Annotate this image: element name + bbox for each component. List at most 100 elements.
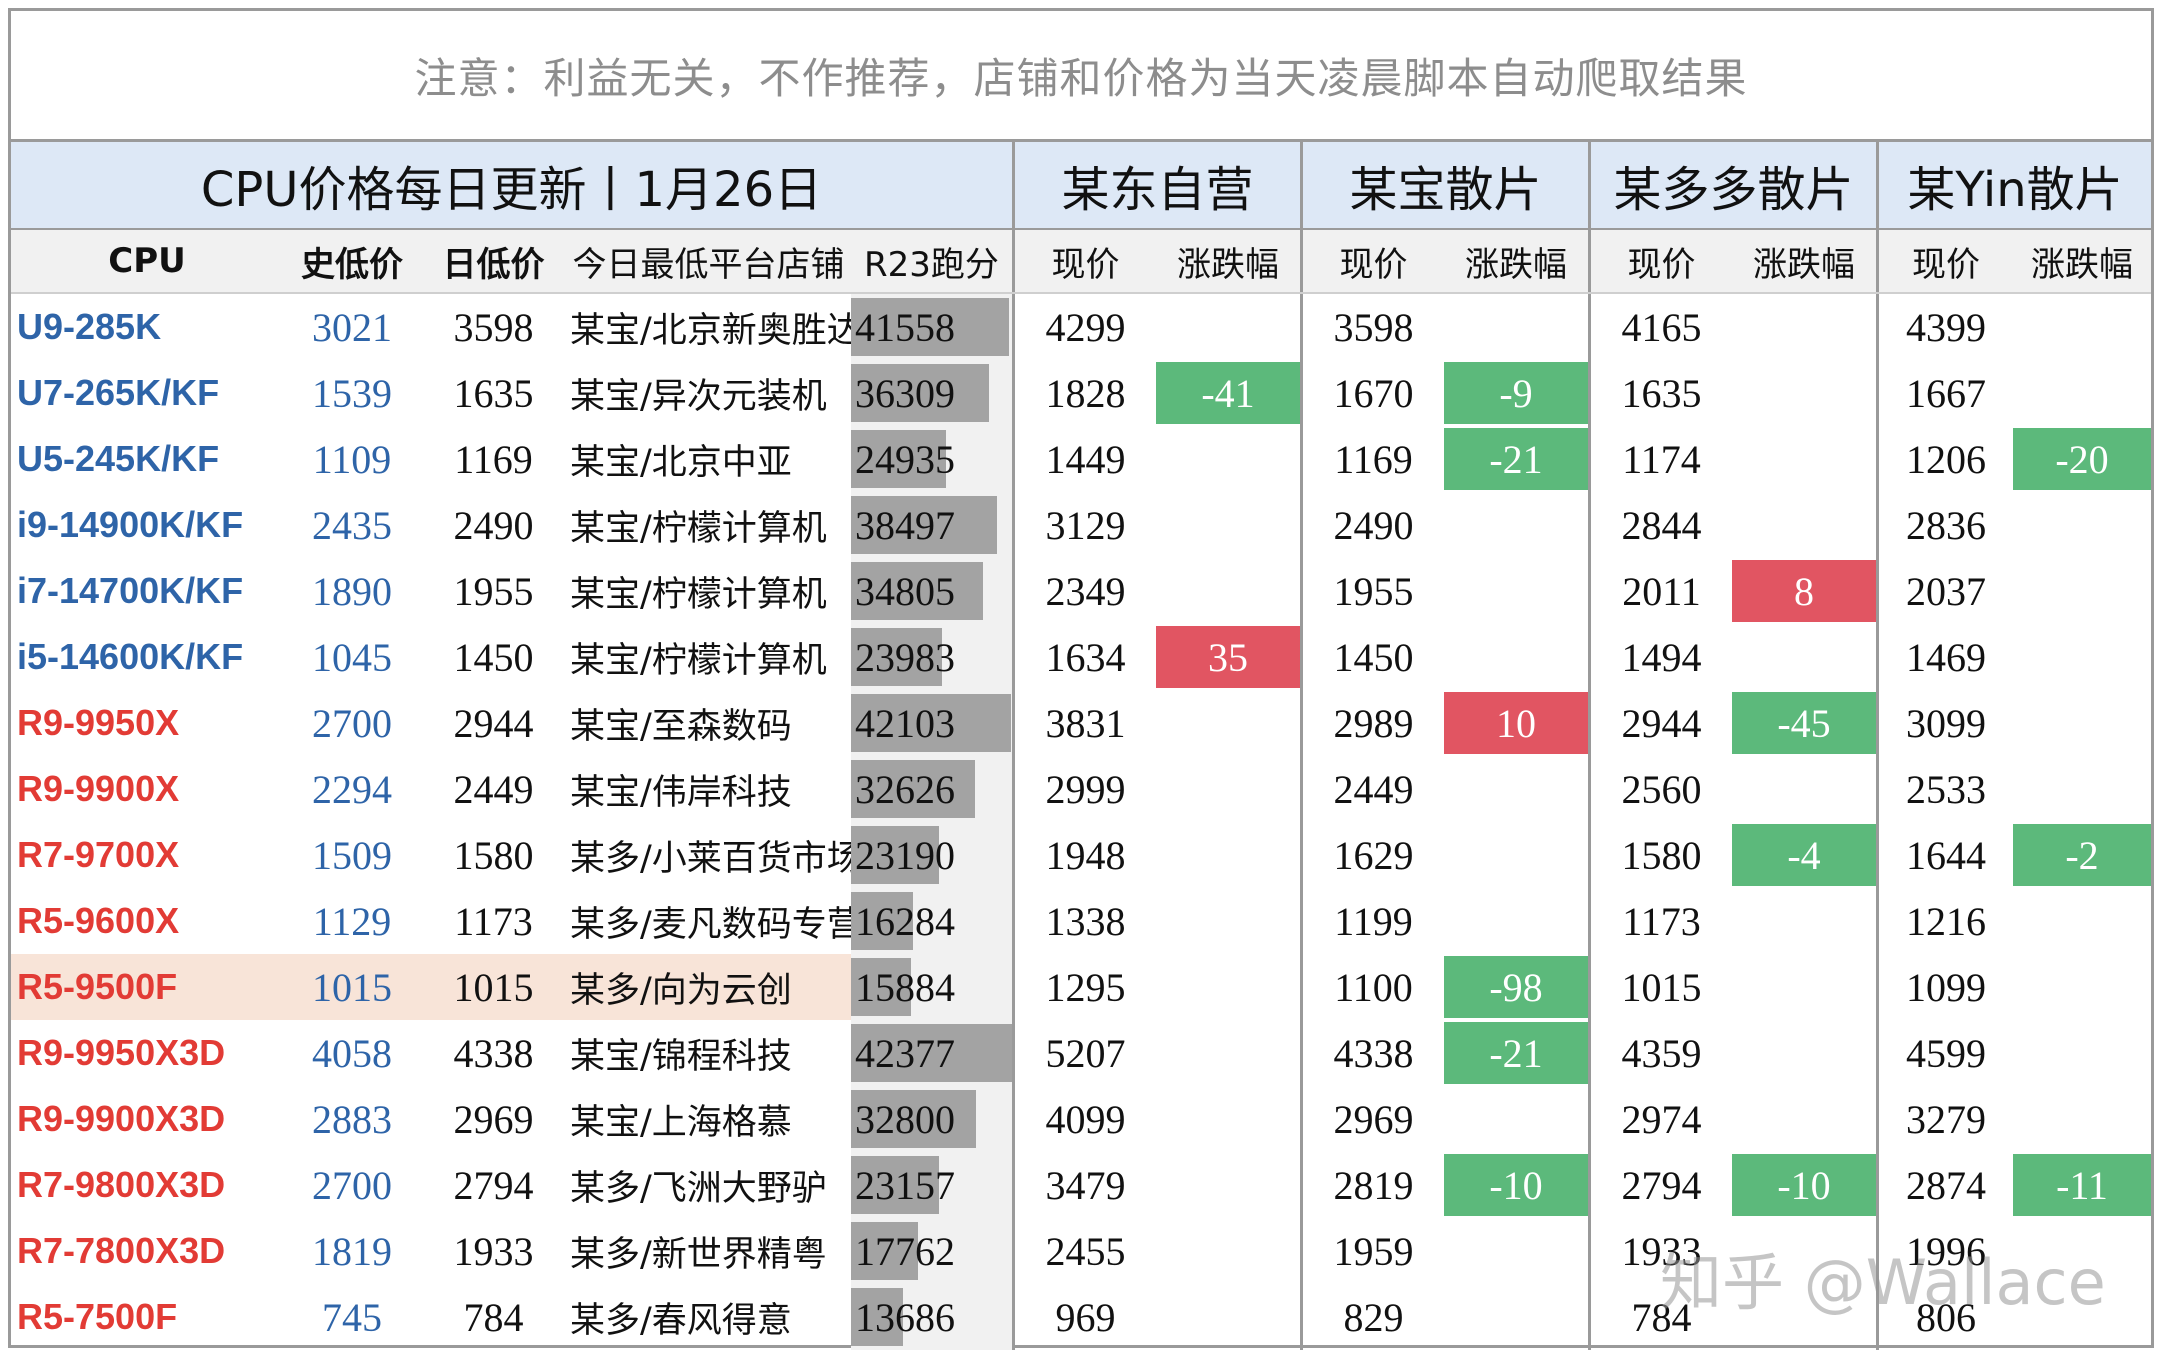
price-change: [1156, 1154, 1300, 1216]
current-price: 2533: [1876, 756, 2013, 822]
current-price: 2944: [1588, 690, 1732, 756]
cpu-model: R9-9900X3D: [17, 1098, 226, 1139]
current-price: 1959: [1300, 1218, 1444, 1284]
current-price: 1449: [1012, 426, 1156, 492]
price-change: [1732, 428, 1876, 490]
price-change: [1156, 1088, 1300, 1150]
platform-header-tb: 某宝散片: [1300, 142, 1588, 228]
lowest-shop: 某宝/柠檬计算机: [570, 508, 827, 549]
day-low-price: 2969: [453, 1096, 534, 1142]
r23-score-cell: 36309: [851, 360, 1012, 426]
hist-low-price: 2883: [312, 1096, 392, 1142]
price-change: [1732, 296, 1876, 358]
current-price: 1469: [1876, 624, 2013, 690]
price-change: [1732, 758, 1876, 820]
r23-score-cell: 24935: [851, 426, 1012, 492]
table-body: U9-285K 3021 3598 某宝/北京新奥胜达 41558 4299 3598 416…: [11, 294, 2151, 1350]
current-price: 1295: [1012, 954, 1156, 1020]
col-header-now: 现价: [1012, 230, 1156, 292]
current-price: 2037: [1876, 558, 2013, 624]
lowest-shop: 某多/春风得意: [570, 1300, 792, 1341]
current-price: 1199: [1300, 888, 1444, 954]
current-price: 1644: [1876, 822, 2013, 888]
current-price: 4399: [1876, 294, 2013, 360]
lowest-shop: 某宝/至森数码: [570, 706, 792, 747]
table-row: R5-9600X 1129 1173 某多/麦凡数码专营 16284 1338 1199 11…: [11, 888, 2151, 954]
price-change: [1156, 956, 1300, 1018]
current-price: 1933: [1588, 1218, 1732, 1284]
current-price: 3129: [1012, 492, 1156, 558]
price-change: [1732, 626, 1876, 688]
current-price: 3831: [1012, 690, 1156, 756]
r23-score: 42377: [855, 1030, 955, 1076]
hist-low-price: 1819: [312, 1228, 392, 1274]
day-low-price: 2794: [453, 1162, 534, 1208]
price-change: [1156, 428, 1300, 490]
lowest-shop: 某多/麦凡数码专营: [570, 904, 851, 945]
price-change: [1156, 296, 1300, 358]
price-change: [1444, 1220, 1588, 1282]
price-change: [1732, 1220, 1876, 1282]
current-price: 4165: [1588, 294, 1732, 360]
current-price: 1948: [1012, 822, 1156, 888]
price-change: [1444, 824, 1588, 886]
price-change: -20: [2013, 428, 2151, 490]
price-change: [1732, 1022, 1876, 1084]
price-change: [1444, 560, 1588, 622]
r23-score-cell: 23190: [851, 822, 1012, 888]
current-price: 1169: [1300, 426, 1444, 492]
lowest-shop: 某宝/北京中亚: [570, 442, 792, 483]
header-row-platforms: CPU价格每日更新丨1月26日 某东自营 某宝散片 某多多散片 某Yin散片: [11, 142, 2151, 230]
current-price: 1206: [1876, 426, 2013, 492]
cpu-model: R7-7800X3D: [17, 1230, 226, 1271]
r23-score: 13686: [855, 1294, 955, 1340]
r23-score-cell: 32800: [851, 1086, 1012, 1152]
lowest-shop: 某宝/北京新奥胜达: [570, 310, 851, 351]
cpu-model: R5-9500F: [11, 954, 283, 1020]
price-change: [1156, 1286, 1300, 1348]
lowest-shop: 某多/新世界精粤: [570, 1234, 827, 1275]
cpu-model: i7-14700K/KF: [17, 570, 244, 611]
current-price: 2819: [1300, 1152, 1444, 1218]
hist-low-price: 1109: [312, 436, 392, 482]
price-change: [2013, 692, 2151, 754]
r23-score: 41558: [855, 304, 955, 350]
current-price: 1173: [1588, 888, 1732, 954]
cpu-model: i9-14900K/KF: [17, 504, 244, 545]
current-price: 2874: [1876, 1152, 2013, 1218]
current-price: 4299: [1012, 294, 1156, 360]
price-change: -2: [2013, 824, 2151, 886]
cpu-model: R9-9950X3D: [17, 1032, 226, 1073]
current-price: 1634: [1012, 624, 1156, 690]
cpu-model: U7-265K/KF: [17, 372, 220, 413]
col-header-cpu: CPU: [108, 241, 186, 281]
r23-score-cell: 42377: [851, 1020, 1012, 1086]
col-header-now: 现价: [1588, 230, 1732, 292]
price-change: [1156, 1220, 1300, 1282]
col-header-change: 涨跌幅: [1753, 244, 1855, 285]
current-price: 2455: [1012, 1218, 1156, 1284]
table-row: R9-9900X 2294 2449 某宝/伟岸科技 32626 2999 2449 2560…: [11, 756, 2151, 822]
table-row: R7-9800X3D 2700 2794 某多/飞洲大野驴 23157 3479 2819-…: [11, 1152, 2151, 1218]
lowest-shop: 某宝/异次元装机: [570, 376, 827, 417]
current-price: 1828: [1012, 360, 1156, 426]
price-change: [1156, 560, 1300, 622]
day-low-price: 4338: [453, 1030, 534, 1076]
price-change: [2013, 1088, 2151, 1150]
current-price: 1629: [1300, 822, 1444, 888]
r23-score-cell: 17762: [851, 1218, 1012, 1284]
current-price: 2560: [1588, 756, 1732, 822]
table-row: U9-285K 3021 3598 某宝/北京新奥胜达 41558 4299 3598 416…: [11, 294, 2151, 360]
hist-low-price: 1015: [283, 954, 421, 1020]
r23-score: 38497: [855, 502, 955, 548]
day-low-price: 1450: [453, 634, 534, 680]
day-low-price: 1173: [454, 898, 533, 944]
platform-header-jd: 某东自营: [1012, 142, 1300, 228]
table-row: U5-245K/KF 1109 1169 某宝/北京中亚 24935 1449 1169 -2…: [11, 426, 2151, 492]
price-change: [2013, 758, 2151, 820]
price-change: [1732, 362, 1876, 424]
hist-low-price: 1509: [312, 832, 392, 878]
table-row: R7-9700X 1509 1580 某多/小莱百货市场 23190 1948 1629 15…: [11, 822, 2151, 888]
current-price: 806: [1876, 1284, 2013, 1350]
r23-score: 32626: [855, 766, 955, 812]
